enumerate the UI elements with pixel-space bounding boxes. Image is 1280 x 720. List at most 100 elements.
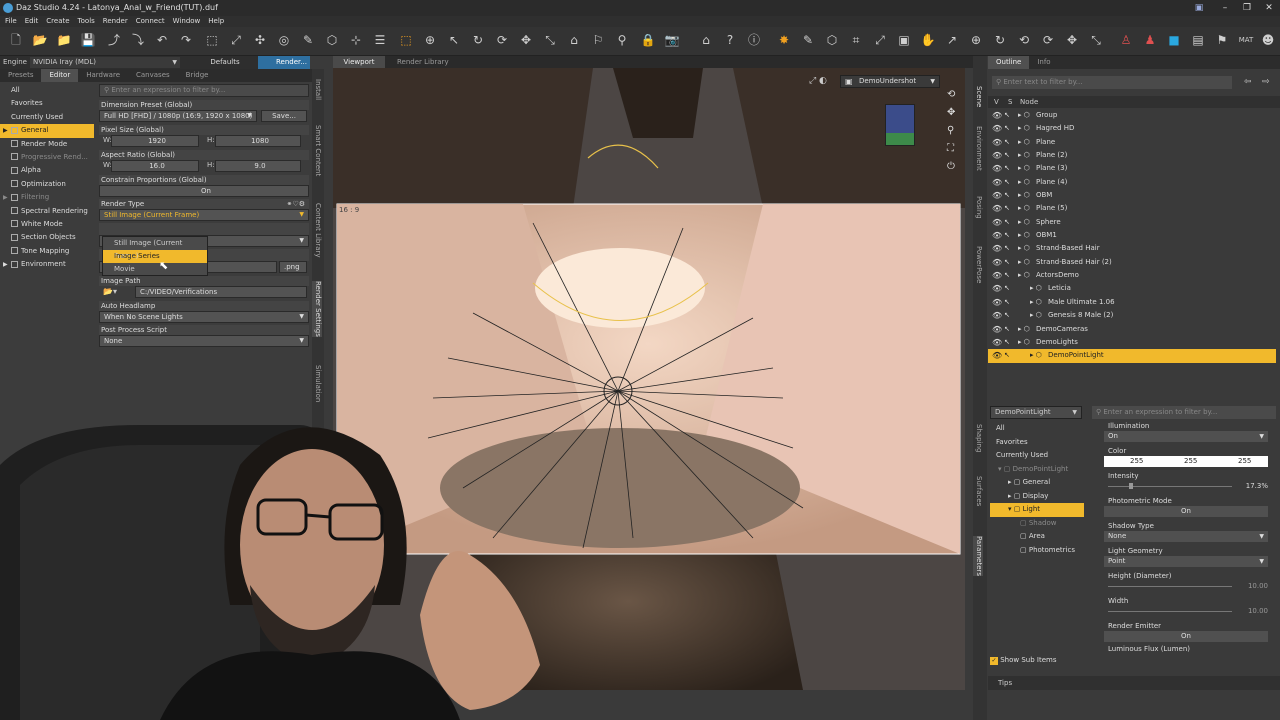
visibility-eye-icon[interactable]: 👁: [992, 216, 1002, 229]
selectable-pointer-icon[interactable]: ↖: [1004, 242, 1010, 255]
figure-icon[interactable]: ♙: [1118, 32, 1134, 48]
selectable-pointer-icon[interactable]: ↖: [1004, 202, 1010, 215]
selectable-pointer-icon[interactable]: ↖: [1004, 296, 1010, 309]
scene-node-row[interactable]: 👁 ↖ ▸ ⬡ Leticia: [988, 282, 1276, 295]
spot-render-icon[interactable]: ⚐: [590, 32, 606, 48]
param-category-item[interactable]: ▢ Shadow: [990, 517, 1084, 531]
menu-create[interactable]: Create: [46, 16, 69, 27]
auto-headlamp-select[interactable]: When No Scene Lights ▼: [99, 311, 309, 323]
scene-filter-input[interactable]: ⚲ Enter text to filter by...: [992, 76, 1232, 89]
vtab-scene[interactable]: Scene: [973, 86, 983, 107]
save-icon[interactable]: 💾: [80, 32, 96, 48]
selectable-pointer-icon[interactable]: ↖: [1004, 162, 1010, 175]
render-category-item[interactable]: Render Mode: [0, 138, 94, 151]
scene-node-row[interactable]: 👁 ↖ ▸ ⬡ Plane (4): [988, 176, 1276, 189]
undo-icon[interactable]: ↶: [154, 32, 170, 48]
expand-arrow-icon[interactable]: ▶: [3, 124, 8, 137]
visibility-eye-icon[interactable]: 👁: [992, 136, 1002, 149]
visibility-eye-icon[interactable]: 👁: [992, 256, 1002, 269]
selectable-pointer-icon[interactable]: ↖: [1004, 336, 1010, 349]
maximize-button[interactable]: ❐: [1236, 0, 1258, 16]
checkbox-checked-icon[interactable]: ✓: [990, 657, 998, 665]
export-icon[interactable]: ⤵: [130, 32, 146, 48]
param-category-item[interactable]: ▢ Photometrics: [990, 544, 1084, 558]
visibility-eye-icon[interactable]: 👁: [992, 269, 1002, 282]
scene-node-row[interactable]: 👁 ↖ ▸ ⬡ Plane: [988, 136, 1276, 149]
view-cube[interactable]: [885, 104, 915, 146]
arrow-left-icon[interactable]: ⇦: [1244, 77, 1252, 87]
visibility-eye-icon[interactable]: 👁: [992, 149, 1002, 162]
render-type-select[interactable]: Still Image (Current Frame) ▼: [99, 209, 309, 221]
selectable-pointer-icon[interactable]: ↖: [1004, 216, 1010, 229]
lock-icon[interactable]: 🔒: [640, 32, 656, 48]
visibility-eye-icon[interactable]: 👁: [992, 296, 1002, 309]
render-category-item[interactable]: Favorites: [0, 97, 94, 110]
import-icon[interactable]: ⤴: [106, 32, 122, 48]
scene-node-row[interactable]: 👁 ↖ ▸ ⬡ DemoPointLight: [988, 349, 1276, 363]
tips-tab[interactable]: Tips: [998, 679, 1012, 687]
hand-icon[interactable]: ✋: [920, 32, 936, 48]
photometric-toggle[interactable]: On: [1104, 506, 1268, 517]
save-preset-button[interactable]: Save...: [261, 110, 307, 122]
camera-render-icon[interactable]: ⌗: [848, 32, 864, 48]
illumination-select[interactable]: On ▼: [1104, 431, 1268, 442]
tab-presets[interactable]: Presets: [0, 69, 41, 82]
avatar-icon[interactable]: ☻: [1260, 32, 1276, 48]
pointer-icon[interactable]: ↖: [446, 32, 462, 48]
scene-node-row[interactable]: 👁 ↖ ▸ ⬡ Plane (2): [988, 149, 1276, 162]
tab-canvases[interactable]: Canvases: [128, 69, 178, 82]
scene-node-row[interactable]: 👁 ↖ ▸ ⬡ Hagred HD: [988, 122, 1276, 135]
menu-window[interactable]: Window: [173, 16, 201, 27]
dimension-preset-select[interactable]: Full HD [FHD] / 1080p (16:9, 1920 x 1080…: [99, 110, 257, 122]
render-category-item[interactable]: ▶ Filtering: [0, 191, 94, 204]
joint-editor-icon[interactable]: ✣: [252, 32, 268, 48]
move-icon[interactable]: ✥: [1064, 32, 1080, 48]
selectable-pointer-icon[interactable]: ↖: [1004, 122, 1010, 135]
menu-tools[interactable]: Tools: [78, 16, 95, 27]
selectable-pointer-icon[interactable]: ↖: [1004, 282, 1010, 295]
menu-help[interactable]: Help: [208, 16, 224, 27]
intensity-handle[interactable]: [1129, 483, 1134, 489]
width-slider[interactable]: 10.00: [1104, 606, 1268, 617]
open-icon[interactable]: 📂: [32, 32, 48, 48]
vtab-surfaces[interactable]: Surfaces: [973, 476, 983, 506]
scene-node-row[interactable]: 👁 ↖ ▸ ⬡ OBM: [988, 189, 1276, 202]
aspect-height-field[interactable]: 9.0: [215, 160, 301, 172]
favorite-heart-icon[interactable]: ⚭♡⚙: [287, 199, 305, 209]
node-selection-icon[interactable]: ⬚: [204, 32, 220, 48]
render-category-item[interactable]: Tone Mapping: [0, 245, 94, 258]
param-category-item[interactable]: ▾ ▢ DemoPointLight: [990, 463, 1084, 477]
box-icon[interactable]: ▣: [896, 32, 912, 48]
param-category-item[interactable]: ▸ ▢ General: [990, 476, 1084, 490]
home-icon[interactable]: ⌂: [698, 32, 714, 48]
scale-icon[interactable]: ⤡: [542, 32, 558, 48]
render-category-item[interactable]: Spectral Rendering: [0, 205, 94, 218]
selectable-pointer-icon[interactable]: ↖: [1004, 349, 1010, 362]
scene-node-row[interactable]: 👁 ↖ ▸ ⬡ Group: [988, 109, 1276, 122]
vtab-simulation[interactable]: Simulation: [312, 365, 322, 402]
tab-editor[interactable]: Editor: [41, 69, 79, 82]
spin-icon[interactable]: ↻: [992, 32, 1008, 48]
visibility-eye-icon[interactable]: 👁: [992, 109, 1002, 122]
menu-edit[interactable]: Edit: [25, 16, 39, 27]
pixel-height-field[interactable]: 1080: [215, 135, 301, 147]
scene-node-row[interactable]: 👁 ↖ ▸ ⬡ Strand-Based Hair: [988, 242, 1276, 255]
intensity-slider[interactable]: 17.3%: [1104, 481, 1268, 492]
screenshot-icon[interactable]: 📷: [664, 32, 680, 48]
render-category-item[interactable]: ▶ Environment: [0, 258, 94, 271]
expand-arrow-icon[interactable]: ▶: [3, 258, 8, 271]
active-pose-icon[interactable]: ⬚: [398, 32, 414, 48]
selectable-pointer-icon[interactable]: ↖: [1004, 149, 1010, 162]
scene-node-row[interactable]: 👁 ↖ ▸ ⬡ ActorsDemo: [988, 269, 1276, 282]
render-category-item[interactable]: Alpha: [0, 164, 94, 177]
param-category-item[interactable]: Favorites: [990, 436, 1084, 450]
visibility-eye-icon[interactable]: 👁: [992, 176, 1002, 189]
render-category-item[interactable]: Progressive Rend...: [0, 151, 94, 164]
expand-arrow-icon[interactable]: ▶: [3, 191, 8, 204]
param-category-item[interactable]: ▸ ▢ Display: [990, 490, 1084, 504]
selectable-pointer-icon[interactable]: ↖: [1004, 309, 1010, 322]
orbit-nav-icon[interactable]: ⟲: [947, 86, 961, 104]
visibility-eye-icon[interactable]: 👁: [992, 349, 1002, 362]
universal-gizmo-icon[interactable]: ⊕: [968, 32, 984, 48]
height-slider[interactable]: 10.00: [1104, 581, 1268, 592]
